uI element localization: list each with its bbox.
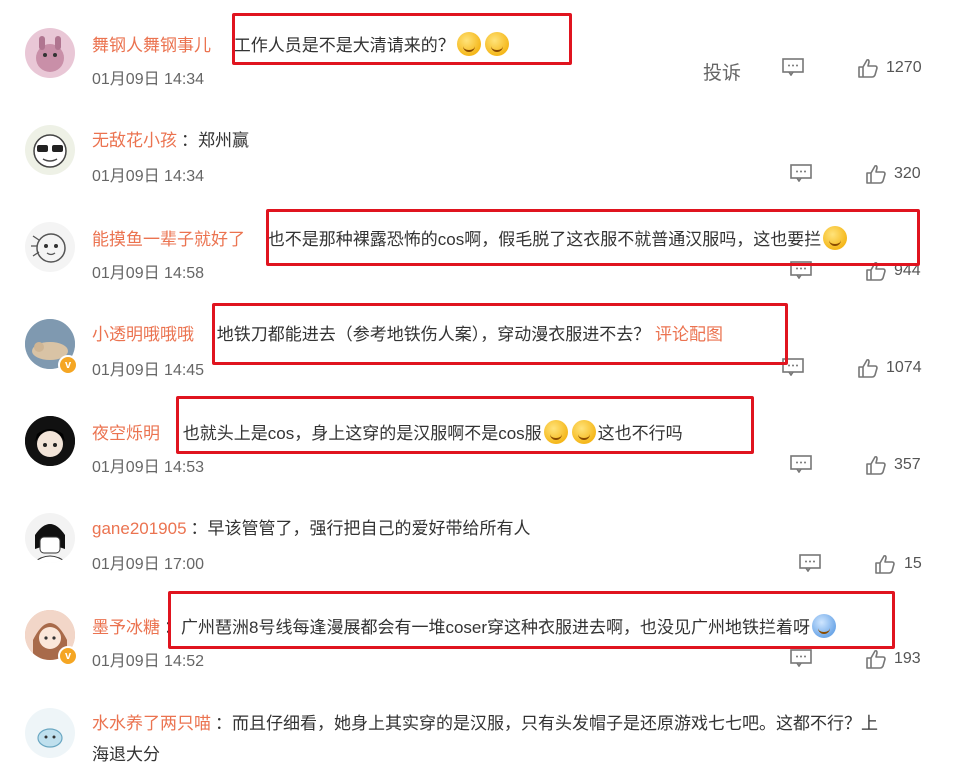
username-link[interactable]: 小透明哦哦哦 (92, 325, 194, 344)
reply-icon[interactable] (782, 358, 804, 376)
avatar[interactable] (25, 125, 75, 175)
comment-text: 郑州赢 (198, 131, 249, 150)
comment-text: 而且仔细看，她身上其实穿的是汉服，只有头发帽子是还原游戏七七吧。这都不行？上 (232, 714, 878, 733)
thumbs-up-icon[interactable] (874, 554, 896, 574)
comment-text: 早该管管了，强行把自己的爱好带给所有人 (207, 519, 531, 538)
comment-time: 01月09日 14:58 (92, 265, 205, 282)
reply-icon[interactable] (790, 261, 812, 279)
avatar[interactable] (25, 28, 75, 78)
thumbs-up-icon[interactable] (865, 455, 887, 475)
reply-icon[interactable] (790, 164, 812, 182)
comment-text: 地铁刀都能进去（参考地铁伤人案），穿动漫衣服进不去？ (216, 325, 651, 344)
thumbs-up-icon[interactable] (865, 164, 887, 184)
comment-time: 01月09日 14:34 (92, 71, 205, 88)
username-link[interactable]: 舞钢人舞钢事儿 (92, 36, 211, 55)
like-count: 320 (894, 165, 921, 182)
like-count: 357 (894, 456, 921, 473)
comment-picture-link[interactable]: 评论配图 (655, 325, 723, 344)
thumbs-up-icon[interactable] (865, 261, 887, 281)
comment-time: 01月09日 14:53 (92, 459, 205, 476)
separator: ： (164, 618, 181, 637)
reply-icon[interactable] (799, 554, 821, 572)
comment-line: 夜空烁明 也就头上是cos，身上这穿的是汉服啊不是cos服 这也不行吗 (92, 420, 683, 446)
username-link[interactable]: 水水养了两只喵 (92, 714, 211, 733)
verified-badge-icon: v (58, 355, 78, 375)
comment-line: 无敌花小孩 ：郑州赢 (92, 129, 249, 153)
yum-emoji-icon (484, 32, 509, 56)
like-count: 1270 (886, 59, 922, 76)
comment-time: 01月09日 14:45 (92, 362, 205, 379)
comment-line: 舞钢人舞钢事儿 工作人员是不是大清请来的？ (92, 32, 511, 58)
separator: ： (190, 519, 208, 538)
username-link[interactable]: gane201905 (92, 519, 187, 538)
comment-time: 01月09日 14:34 (92, 168, 205, 185)
sleepy-emoji-icon (823, 226, 848, 250)
thumbs-up-icon[interactable] (865, 649, 887, 669)
avatar[interactable] (25, 222, 75, 272)
like-count: 944 (894, 262, 921, 279)
yum-emoji-icon (456, 32, 481, 56)
like-count: 1074 (886, 359, 922, 376)
comment-text: 广州琶洲8号线每逢漫展都会有一堆coser穿这种衣服进去啊，也没见广州地铁拦着呀 (181, 614, 838, 638)
comment-text: 工作人员是不是大清请来的？ (234, 32, 511, 56)
comment-line: 水水养了两只喵 ：而且仔细看，她身上其实穿的是汉服，只有头发帽子是还原游戏七七吧。… (92, 712, 878, 736)
reply-icon[interactable] (790, 455, 812, 473)
username-link[interactable]: 夜空烁明 (92, 424, 160, 443)
verified-badge-icon: v (58, 646, 78, 666)
comment-text-continued: 海退大分 (92, 745, 160, 764)
unamused-emoji-icon (543, 420, 568, 444)
thumbs-up-icon[interactable] (857, 58, 879, 78)
avatar[interactable] (25, 416, 75, 466)
reply-icon[interactable] (790, 649, 812, 667)
username-link[interactable]: 墨予冰糖 (92, 618, 160, 637)
comment-text: 也就头上是cos，身上这穿的是汉服啊不是cos服 这也不行吗 (183, 420, 683, 444)
separator: ： (215, 714, 232, 733)
unamused-emoji-icon (571, 420, 596, 444)
like-count: 15 (904, 555, 922, 572)
avatar[interactable] (25, 708, 75, 758)
comment-time: 01月09日 14:52 (92, 653, 205, 670)
separator: ： (181, 131, 198, 150)
comment-line: 能摸鱼一辈子就好了 也不是那种裸露恐怖的cos啊，假毛脱了这衣服不就普通汉服吗，… (92, 226, 849, 252)
comment-text: 也不是那种裸露恐怖的cos啊，假毛脱了这衣服不就普通汉服吗，这也要拦 (268, 226, 849, 250)
thumbs-up-icon[interactable] (857, 358, 879, 378)
username-link[interactable]: 无敌花小孩 (92, 131, 177, 150)
comment-time: 01月09日 17:00 (92, 556, 205, 573)
comment-line: 小透明哦哦哦 地铁刀都能进去（参考地铁伤人案），穿动漫衣服进不去？ 评论配图 (92, 323, 723, 347)
comment-line: 墨予冰糖 ：广州琶洲8号线每逢漫展都会有一堆coser穿这种衣服进去啊，也没见广州… (92, 614, 838, 640)
comment-line: gane201905 ：早该管管了，强行把自己的爱好带给所有人 (92, 517, 531, 541)
report-button[interactable]: 投诉 (703, 58, 741, 85)
username-link[interactable]: 能摸鱼一辈子就好了 (92, 230, 245, 249)
reply-icon[interactable] (782, 58, 804, 76)
scared-emoji-icon (812, 614, 837, 638)
like-count: 193 (894, 650, 921, 667)
avatar[interactable] (25, 513, 75, 563)
